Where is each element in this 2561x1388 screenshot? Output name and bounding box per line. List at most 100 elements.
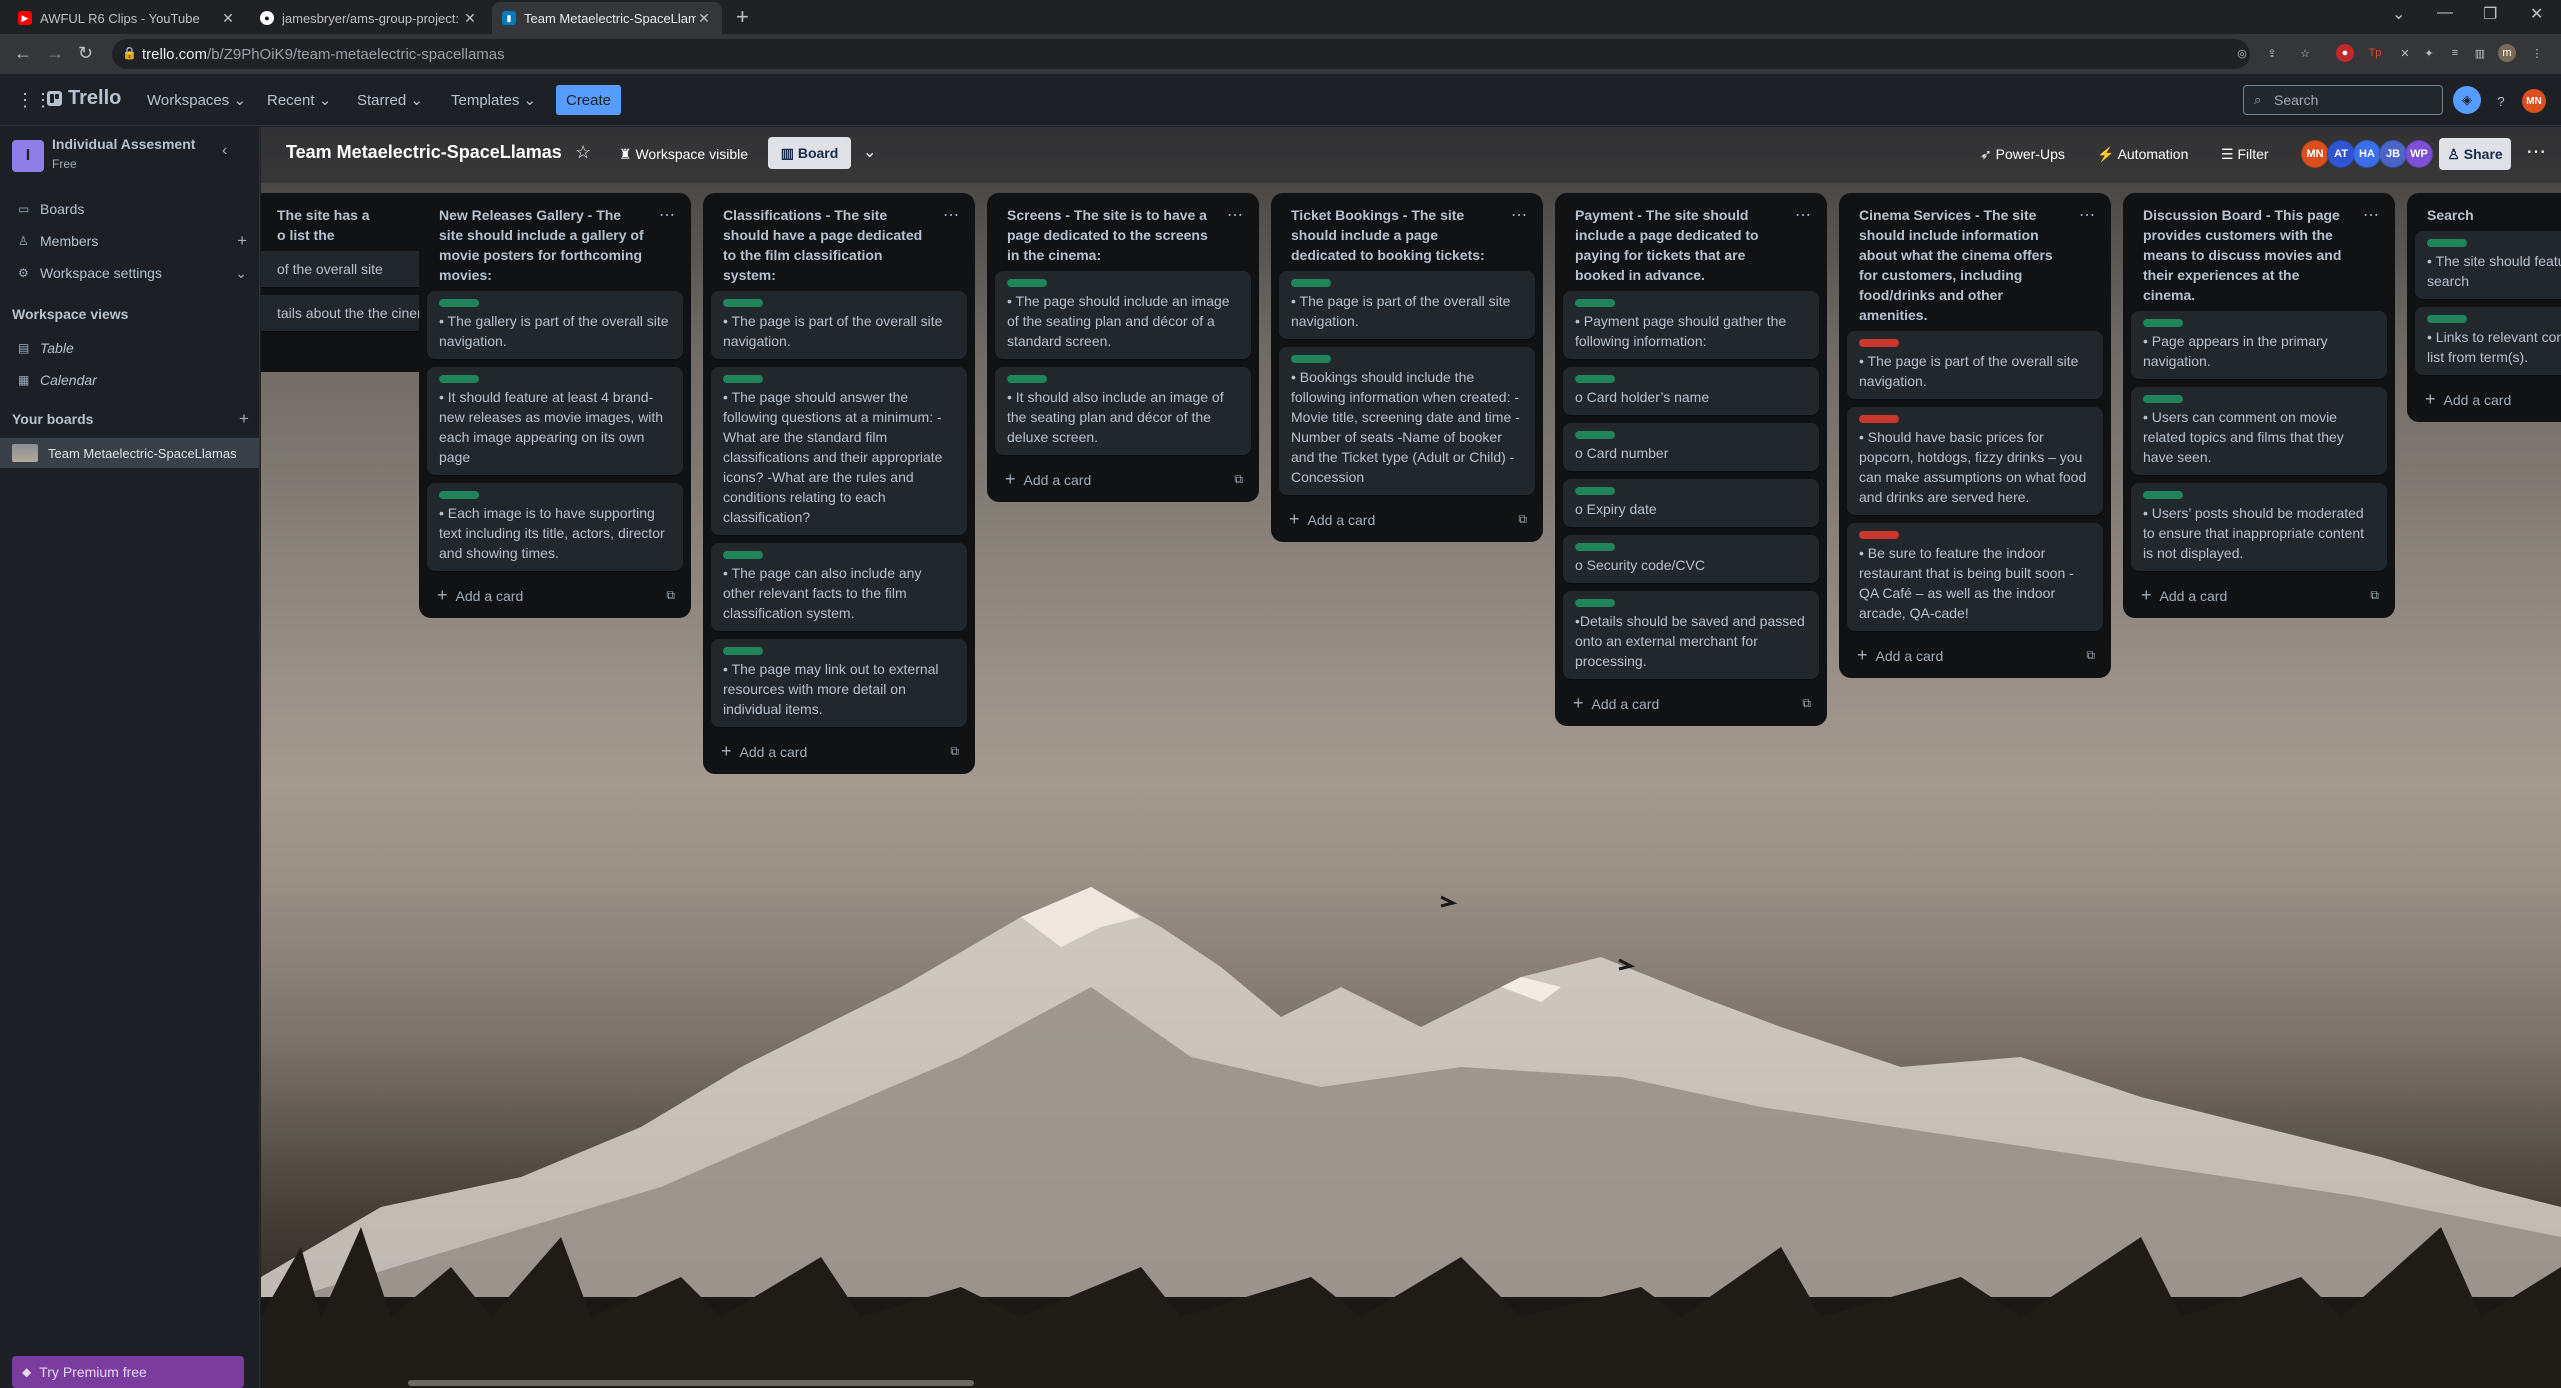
- close-tab-icon[interactable]: ✕: [462, 10, 478, 27]
- close-tab-icon[interactable]: ✕: [696, 10, 712, 27]
- google-lens-icon[interactable]: ◎: [2233, 44, 2251, 62]
- card-label[interactable]: [2143, 395, 2183, 403]
- list-menu-icon[interactable]: ⋯: [2067, 205, 2095, 325]
- list-card[interactable]: o Expiry date: [1563, 479, 1819, 527]
- create-from-template-icon[interactable]: ⧉: [2086, 648, 2095, 663]
- list-card[interactable]: • The page is part of the overall site n…: [1847, 331, 2103, 399]
- list-title[interactable]: Search: [2427, 205, 2561, 225]
- create-from-template-icon[interactable]: ⧉: [666, 588, 675, 603]
- menu-templates[interactable]: Templates ⌄: [451, 91, 536, 109]
- browser-menu-icon[interactable]: ⋮: [2528, 44, 2546, 62]
- close-window-icon[interactable]: ✕: [2530, 4, 2543, 24]
- card-label[interactable]: [1007, 375, 1047, 383]
- member-avatar[interactable]: MN: [2301, 140, 2329, 168]
- workspace-badge[interactable]: I: [12, 140, 44, 172]
- sidebar-board-item[interactable]: Team Metaelectric-SpaceLlamas: [0, 438, 259, 468]
- tab-search-icon[interactable]: ⌄: [2392, 4, 2405, 24]
- member-avatar[interactable]: WP: [2405, 140, 2433, 168]
- card-label[interactable]: [1575, 487, 1615, 495]
- back-icon[interactable]: ←: [14, 43, 32, 64]
- workspace-name[interactable]: Individual Assesment: [52, 136, 195, 152]
- list-card[interactable]: • The page should include an image of th…: [995, 271, 1251, 359]
- bookmark-star-icon[interactable]: ☆: [2296, 44, 2314, 62]
- list-menu-icon[interactable]: ⋯: [1783, 205, 1811, 285]
- create-from-template-icon[interactable]: ⧉: [950, 744, 959, 759]
- list-title[interactable]: Discussion Board - This page provides cu…: [2143, 205, 2351, 305]
- search-input[interactable]: ⌕ Search: [2243, 85, 2443, 115]
- card-label[interactable]: [1291, 355, 1331, 363]
- board-title[interactable]: Team Metaelectric-SpaceLlamas: [286, 142, 562, 163]
- list-card[interactable]: • The site should featu that lets users …: [2415, 231, 2561, 299]
- lock-icon[interactable]: 🔒: [122, 46, 137, 60]
- list-card[interactable]: o Card number: [1563, 423, 1819, 471]
- sidebar-item-table[interactable]: ▤ Table: [0, 333, 259, 363]
- try-premium-button[interactable]: ◆ Try Premium free: [12, 1356, 244, 1388]
- browser-tab-trello[interactable]: ▮ Team Metaelectric-SpaceLlamas ✕: [492, 2, 722, 34]
- create-button[interactable]: Create: [556, 85, 621, 115]
- list-card[interactable]: • Page appears in the primary navigation…: [2131, 311, 2387, 379]
- list-card[interactable]: • Users’ posts should be moderated to en…: [2131, 483, 2387, 571]
- card-label[interactable]: [2143, 491, 2183, 499]
- trello-logo[interactable]: Trello: [47, 87, 121, 110]
- board-view-button[interactable]: ▥ Board: [768, 137, 851, 169]
- list-title[interactable]: Ticket Bookings - The site should includ…: [1291, 205, 1499, 265]
- create-from-template-icon[interactable]: ⧉: [1802, 696, 1811, 711]
- add-card-button[interactable]: Add a card: [1024, 472, 1235, 488]
- add-card-button[interactable]: Add a card: [1592, 696, 1803, 712]
- list-card[interactable]: • Should have basic prices for popcorn, …: [1847, 407, 2103, 515]
- sidebar-item-settings[interactable]: ⚙ Workspace settings ⌄: [0, 258, 259, 288]
- list-card[interactable]: • The page is part of the overall site n…: [711, 291, 967, 359]
- collapse-sidebar-icon[interactable]: ‹: [222, 142, 227, 160]
- add-card-button[interactable]: Add a card: [456, 588, 667, 604]
- list-card[interactable]: •Details should be saved and passed onto…: [1563, 591, 1819, 679]
- card-label[interactable]: [723, 375, 763, 383]
- card-label[interactable]: [1291, 279, 1331, 287]
- create-from-template-icon[interactable]: ⧉: [1234, 472, 1243, 487]
- add-member-icon[interactable]: +: [237, 231, 247, 251]
- list-card[interactable]: • Users can comment on movie related top…: [2131, 387, 2387, 475]
- automation-button[interactable]: ⚡ Automation: [2097, 146, 2188, 163]
- browser-tab-github[interactable]: ● jamesbryer/ams-group-project: A ✕: [250, 2, 488, 34]
- card-label[interactable]: [723, 299, 763, 307]
- add-card-button[interactable]: Add a card: [1308, 512, 1519, 528]
- star-board-icon[interactable]: ☆: [575, 142, 591, 163]
- profile-avatar-icon[interactable]: m: [2498, 44, 2516, 62]
- list-title[interactable]: Cinema Services - The site should includ…: [1859, 205, 2067, 325]
- extensions-puzzle-icon[interactable]: ✦: [2420, 44, 2438, 62]
- list-card[interactable]: • Payment page should gather the followi…: [1563, 291, 1819, 359]
- card-label[interactable]: [723, 551, 763, 559]
- notifications-icon[interactable]: ◈: [2453, 86, 2481, 114]
- restore-icon[interactable]: ❐: [2483, 4, 2497, 24]
- url-text[interactable]: trello.com/b/Z9PhOiK9/team-metaelectric-…: [142, 46, 505, 63]
- list-title[interactable]: New Releases Gallery - The site should i…: [439, 205, 647, 285]
- card-label[interactable]: [1575, 599, 1615, 607]
- create-from-template-icon[interactable]: ⧉: [2370, 588, 2379, 603]
- card-label[interactable]: [439, 491, 479, 499]
- minimize-icon[interactable]: —: [2437, 4, 2453, 22]
- sidebar-item-members[interactable]: ♙ Members +: [0, 226, 259, 256]
- card-label[interactable]: [1575, 543, 1615, 551]
- reload-icon[interactable]: ↻: [78, 43, 93, 64]
- side-panel-icon[interactable]: ▥: [2471, 44, 2489, 62]
- share-button[interactable]: ♙ Share: [2439, 138, 2511, 170]
- card-label[interactable]: [1859, 531, 1899, 539]
- filter-button[interactable]: ☰ Filter: [2221, 146, 2269, 163]
- list-title[interactable]: Payment - The site should include a page…: [1575, 205, 1783, 285]
- card-label[interactable]: [439, 375, 479, 383]
- list-card[interactable]: • The page is part of the overall site n…: [1279, 271, 1535, 339]
- help-icon[interactable]: ?: [2489, 89, 2513, 113]
- list-card[interactable]: • The page can also include any other re…: [711, 543, 967, 631]
- user-avatar[interactable]: MN: [2522, 89, 2546, 113]
- list-card[interactable]: • It should also include an image of the…: [995, 367, 1251, 455]
- create-from-template-icon[interactable]: ⧉: [1518, 512, 1527, 527]
- add-board-icon[interactable]: +: [232, 407, 256, 431]
- card-label[interactable]: [2427, 239, 2467, 247]
- board-horizontal-scrollbar[interactable]: [408, 1380, 974, 1386]
- sidebar-item-calendar[interactable]: ▦ Calendar: [0, 365, 259, 395]
- card-label[interactable]: [2427, 315, 2467, 323]
- list-card[interactable]: • Bookings should include the following …: [1279, 347, 1535, 495]
- menu-starred[interactable]: Starred ⌄: [357, 91, 423, 109]
- list-menu-icon[interactable]: ⋯: [931, 205, 959, 285]
- list-menu-icon[interactable]: ⋯: [2351, 205, 2379, 305]
- extension-x-icon[interactable]: ✕: [2396, 44, 2414, 62]
